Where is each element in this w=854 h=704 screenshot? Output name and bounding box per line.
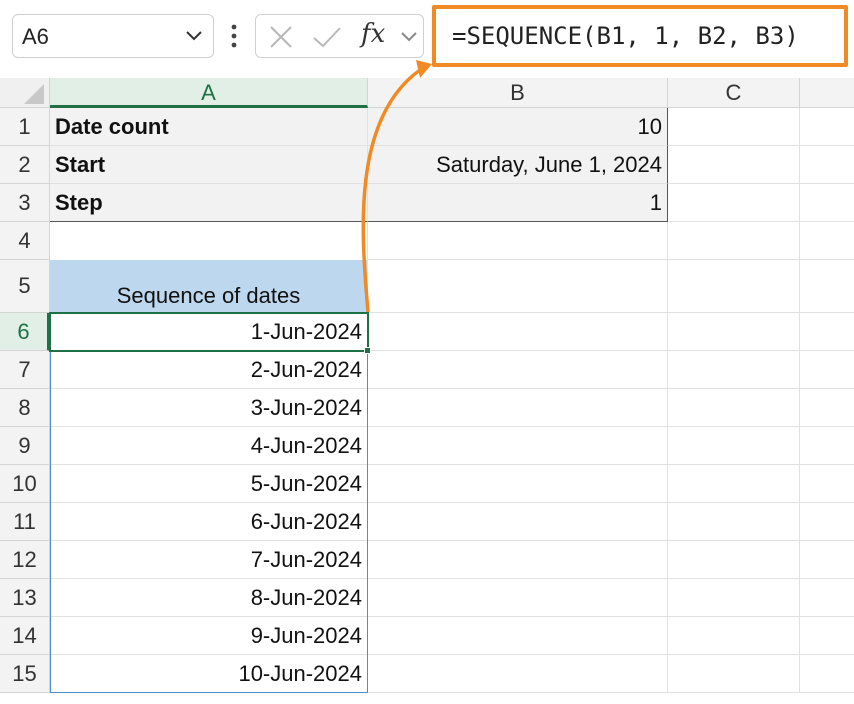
column-header-d[interactable] (800, 78, 854, 108)
cell-c6[interactable] (668, 313, 800, 351)
cell-b1[interactable]: 10 (368, 108, 668, 146)
cell-b15[interactable] (368, 655, 668, 693)
cell-c8[interactable] (668, 389, 800, 427)
cell-a10[interactable]: 5-Jun-2024 (50, 465, 368, 503)
row-header-4[interactable]: 4 (0, 222, 50, 260)
cell-a12[interactable]: 7-Jun-2024 (50, 541, 368, 579)
name-box-value: A6 (22, 24, 49, 49)
row-header-8[interactable]: 8 (0, 389, 50, 427)
row-header-9[interactable]: 9 (0, 427, 50, 465)
cell-c3[interactable] (668, 184, 800, 222)
formula-input-highlight[interactable]: =SEQUENCE(B1, 1, B2, B3) (432, 5, 848, 67)
chevron-down-icon[interactable] (400, 30, 418, 44)
cell-d13[interactable] (800, 579, 854, 617)
cell-b5[interactable] (368, 260, 668, 313)
cell-b7[interactable] (368, 351, 668, 389)
cell-b12[interactable] (368, 541, 668, 579)
cell-a7[interactable]: 2-Jun-2024 (50, 351, 368, 389)
cell-c1[interactable] (668, 108, 800, 146)
row-header-2[interactable]: 2 (0, 146, 50, 184)
cell-a15[interactable]: 10-Jun-2024 (50, 655, 368, 693)
row-header-3[interactable]: 3 (0, 184, 50, 222)
cell-b9[interactable] (368, 427, 668, 465)
cell-c7[interactable] (668, 351, 800, 389)
cell-d11[interactable] (800, 503, 854, 541)
cell-a14[interactable]: 9-Jun-2024 (50, 617, 368, 655)
cell-c2[interactable] (668, 146, 800, 184)
cell-d8[interactable] (800, 389, 854, 427)
column-header-c[interactable]: C (668, 78, 800, 108)
row-header-11[interactable]: 11 (0, 503, 50, 541)
cell-d6[interactable] (800, 313, 854, 351)
formula-controls: fx (255, 14, 424, 58)
cell-a11[interactable]: 6-Jun-2024 (50, 503, 368, 541)
chevron-down-icon[interactable] (185, 29, 203, 43)
formula-text: =SEQUENCE(B1, 1, B2, B3) (452, 22, 799, 50)
row-header-15[interactable]: 15 (0, 655, 50, 693)
row-header-6[interactable]: 6 (0, 313, 50, 351)
cell-b6[interactable] (368, 313, 668, 351)
cancel-icon[interactable] (268, 24, 294, 50)
cell-a6[interactable]: 1-Jun-2024 (50, 313, 368, 351)
column-header-a[interactable]: A (50, 78, 368, 108)
cell-a1[interactable]: Date count (50, 108, 368, 146)
cell-c15[interactable] (668, 655, 800, 693)
cell-d1[interactable] (800, 108, 854, 146)
cell-b4[interactable] (368, 222, 668, 260)
cell-a9[interactable]: 4-Jun-2024 (50, 427, 368, 465)
cell-b10[interactable] (368, 465, 668, 503)
cell-a8[interactable]: 3-Jun-2024 (50, 389, 368, 427)
row-header-13[interactable]: 13 (0, 579, 50, 617)
row-header-12[interactable]: 12 (0, 541, 50, 579)
cell-c14[interactable] (668, 617, 800, 655)
select-all-icon (24, 84, 44, 104)
column-header-b[interactable]: B (368, 78, 668, 108)
cell-d5[interactable] (800, 260, 854, 313)
cell-b2[interactable]: Saturday, June 1, 2024 (368, 146, 668, 184)
cell-c12[interactable] (668, 541, 800, 579)
cell-d15[interactable] (800, 655, 854, 693)
cell-b14[interactable] (368, 617, 668, 655)
row-header-7[interactable]: 7 (0, 351, 50, 389)
cell-a2[interactable]: Start (50, 146, 368, 184)
name-box[interactable]: A6 (12, 14, 214, 58)
select-all-corner[interactable] (0, 78, 50, 108)
cell-d7[interactable] (800, 351, 854, 389)
cell-a4[interactable] (50, 222, 368, 260)
cell-b13[interactable] (368, 579, 668, 617)
cell-a3[interactable]: Step (50, 184, 368, 222)
fill-handle[interactable] (364, 347, 371, 354)
cell-d2[interactable] (800, 146, 854, 184)
row-header-10[interactable]: 10 (0, 465, 50, 503)
cell-a13[interactable]: 8-Jun-2024 (50, 579, 368, 617)
cell-c10[interactable] (668, 465, 800, 503)
cell-c13[interactable] (668, 579, 800, 617)
cell-c9[interactable] (668, 427, 800, 465)
cell-d9[interactable] (800, 427, 854, 465)
cell-b3[interactable]: 1 (368, 184, 668, 222)
more-options-icon[interactable] (226, 22, 242, 52)
row-header-5[interactable]: 5 (0, 260, 50, 313)
spreadsheet-grid: A B C 1 Date count 10 2 Start Saturday, June … (0, 78, 854, 704)
cell-c4[interactable] (668, 222, 800, 260)
cell-b8[interactable] (368, 389, 668, 427)
row-header-14[interactable]: 14 (0, 617, 50, 655)
cell-a5[interactable]: Sequence of dates (50, 260, 368, 313)
cell-d12[interactable] (800, 541, 854, 579)
insert-function-icon[interactable]: fx (361, 19, 385, 49)
cell-c5[interactable] (668, 260, 800, 313)
cell-b11[interactable] (368, 503, 668, 541)
enter-check-icon[interactable] (311, 24, 343, 50)
cell-d4[interactable] (800, 222, 854, 260)
row-header-1[interactable]: 1 (0, 108, 50, 146)
cell-c11[interactable] (668, 503, 800, 541)
cell-d10[interactable] (800, 465, 854, 503)
cell-d14[interactable] (800, 617, 854, 655)
cell-d3[interactable] (800, 184, 854, 222)
